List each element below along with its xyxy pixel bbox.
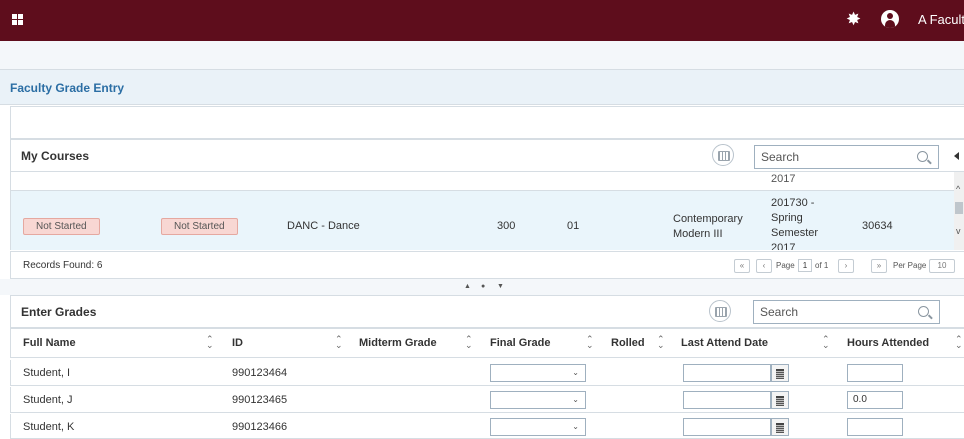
last-attend-date-input[interactable] bbox=[683, 391, 771, 409]
sort-icon[interactable]: ⌃ ⌄ bbox=[465, 335, 473, 350]
final-grade-select[interactable]: ⌄ bbox=[490, 391, 586, 409]
page-number-input[interactable]: 1 bbox=[798, 259, 812, 272]
splitter-up-icon[interactable]: ▲ bbox=[464, 283, 471, 290]
column-final-grade[interactable]: Final Grade bbox=[490, 337, 551, 349]
columns-icon[interactable] bbox=[709, 300, 731, 322]
id-cell: 990123464 bbox=[232, 367, 288, 379]
title-cell-line1: Contemporary bbox=[673, 213, 743, 225]
scroll-down-icon[interactable]: v bbox=[956, 226, 961, 236]
calendar-icon[interactable] bbox=[771, 418, 789, 436]
user-name[interactable]: A Faculty bbox=[918, 12, 964, 27]
column-rolled[interactable]: Rolled bbox=[611, 337, 645, 349]
grid-menu-icon[interactable] bbox=[12, 14, 23, 25]
table-row[interactable]: Student, J 990123465 ⌄ 0.0 bbox=[10, 387, 964, 413]
subject-cell: DANC - Dance bbox=[287, 220, 360, 232]
gear-icon[interactable]: ✸ bbox=[846, 9, 861, 29]
sort-icon[interactable]: ⌃ ⌄ bbox=[586, 335, 594, 350]
last-attend-date-input[interactable] bbox=[683, 418, 771, 436]
column-midterm-grade[interactable]: Midterm Grade bbox=[359, 337, 437, 349]
column-id[interactable]: ID bbox=[232, 337, 243, 349]
my-courses-header: My Courses bbox=[10, 139, 964, 172]
final-grade-select[interactable]: ⌄ bbox=[490, 418, 586, 436]
midterm-status-badge: Not Started bbox=[23, 218, 100, 235]
page-title: Faculty Grade Entry bbox=[10, 81, 125, 95]
full-name-cell: Student, K bbox=[23, 421, 75, 433]
id-cell: 990123466 bbox=[232, 421, 288, 433]
full-name-cell: Student, I bbox=[23, 367, 71, 379]
term-cell-line4: 2017 bbox=[771, 242, 796, 250]
calendar-icon[interactable] bbox=[771, 364, 789, 382]
my-courses-footer: Records Found: 6 « ‹ Page 1 of 1 › » Per… bbox=[10, 251, 964, 279]
crn-cell: 30634 bbox=[862, 220, 893, 232]
course-cell: 300 bbox=[497, 220, 516, 232]
hours-attended-input[interactable] bbox=[847, 364, 903, 382]
enter-grades-search-input[interactable] bbox=[754, 301, 904, 323]
top-bar: ✸ A Faculty bbox=[0, 0, 964, 41]
hours-attended-input[interactable] bbox=[847, 418, 903, 436]
column-hours-attended[interactable]: Hours Attended bbox=[847, 337, 929, 349]
sort-icon[interactable]: ⌃ ⌄ bbox=[822, 335, 830, 350]
enter-grades-title: Enter Grades bbox=[21, 305, 97, 319]
table-row[interactable]: Student, I 990123464 ⌄ bbox=[10, 360, 964, 386]
next-page-button[interactable]: › bbox=[838, 259, 854, 273]
search-icon[interactable] bbox=[918, 306, 929, 317]
chevron-down-icon: ⌄ bbox=[572, 368, 579, 377]
sort-icon[interactable]: ⌃ ⌄ bbox=[206, 335, 214, 350]
id-cell: 990123465 bbox=[232, 394, 288, 406]
page-of-label: of 1 bbox=[815, 261, 829, 270]
title-cell-line2: Modern III bbox=[673, 228, 723, 240]
panel-splitter[interactable]: ▲ ● ▼ bbox=[0, 279, 964, 295]
sort-icon[interactable]: ⌃ ⌄ bbox=[657, 335, 665, 350]
scroll-up-icon[interactable]: ^ bbox=[956, 184, 960, 194]
section-cell: 01 bbox=[567, 220, 580, 232]
chevron-down-icon: ⌄ bbox=[572, 395, 579, 404]
last-page-button[interactable]: » bbox=[871, 259, 887, 273]
column-last-attend-date[interactable]: Last Attend Date bbox=[681, 337, 768, 349]
enter-grades-header: Enter Grades bbox=[10, 295, 964, 328]
table-row-selected[interactable]: Not Started Not Started DANC - Dance 300… bbox=[11, 190, 954, 250]
full-name-cell: Student, J bbox=[23, 394, 73, 406]
search-icon[interactable] bbox=[917, 151, 928, 162]
splitter-down-icon[interactable]: ▼ bbox=[497, 283, 504, 290]
my-courses-list: 2017 Not Started Not Started DANC - Danc… bbox=[10, 172, 954, 250]
prev-page-button[interactable]: ‹ bbox=[756, 259, 772, 273]
column-full-name[interactable]: Full Name bbox=[23, 337, 76, 349]
last-attend-date-input[interactable] bbox=[683, 364, 771, 382]
my-courses-title: My Courses bbox=[21, 149, 90, 163]
grades-grid-header: Full Name ⌃ ⌄ ID ⌃ ⌄ Midterm Grade ⌃ ⌄ Fina… bbox=[10, 328, 964, 358]
splitter-dot-icon[interactable]: ● bbox=[481, 283, 485, 290]
term-cell: 2017 bbox=[771, 173, 796, 185]
page-label: Page bbox=[776, 261, 795, 270]
collapse-panel-icon[interactable] bbox=[954, 152, 959, 160]
first-page-button[interactable]: « bbox=[734, 259, 750, 273]
term-cell-line3: Semester bbox=[771, 227, 819, 239]
per-page-label: Per Page bbox=[893, 261, 927, 270]
table-row[interactable]: Student, K 990123466 ⌄ bbox=[10, 414, 964, 439]
scroll-thumb[interactable] bbox=[955, 202, 963, 214]
chevron-down-icon: ⌄ bbox=[572, 422, 579, 431]
my-courses-search-input[interactable] bbox=[755, 146, 905, 168]
records-found: Records Found: 6 bbox=[23, 260, 103, 271]
page-title-bar: Faculty Grade Entry bbox=[0, 70, 964, 105]
enter-grades-search[interactable] bbox=[753, 300, 940, 324]
sort-icon[interactable]: ⌃ ⌄ bbox=[955, 335, 963, 350]
hours-attended-input[interactable]: 0.0 bbox=[847, 391, 903, 409]
my-courses-search[interactable] bbox=[754, 145, 939, 169]
sort-icon[interactable]: ⌃ ⌄ bbox=[335, 335, 343, 350]
user-icon[interactable] bbox=[881, 10, 899, 28]
table-row[interactable]: 2017 bbox=[11, 172, 954, 190]
columns-icon[interactable] bbox=[712, 144, 734, 166]
breadcrumb-bar bbox=[0, 41, 964, 70]
term-cell-line2: Spring bbox=[771, 212, 803, 224]
per-page-select[interactable]: 10 bbox=[929, 259, 955, 273]
final-grade-select[interactable]: ⌄ bbox=[490, 364, 586, 382]
calendar-icon[interactable] bbox=[771, 391, 789, 409]
final-status-badge: Not Started bbox=[161, 218, 238, 235]
key-block bbox=[10, 106, 964, 139]
term-cell-line1: 201730 - bbox=[771, 197, 815, 209]
